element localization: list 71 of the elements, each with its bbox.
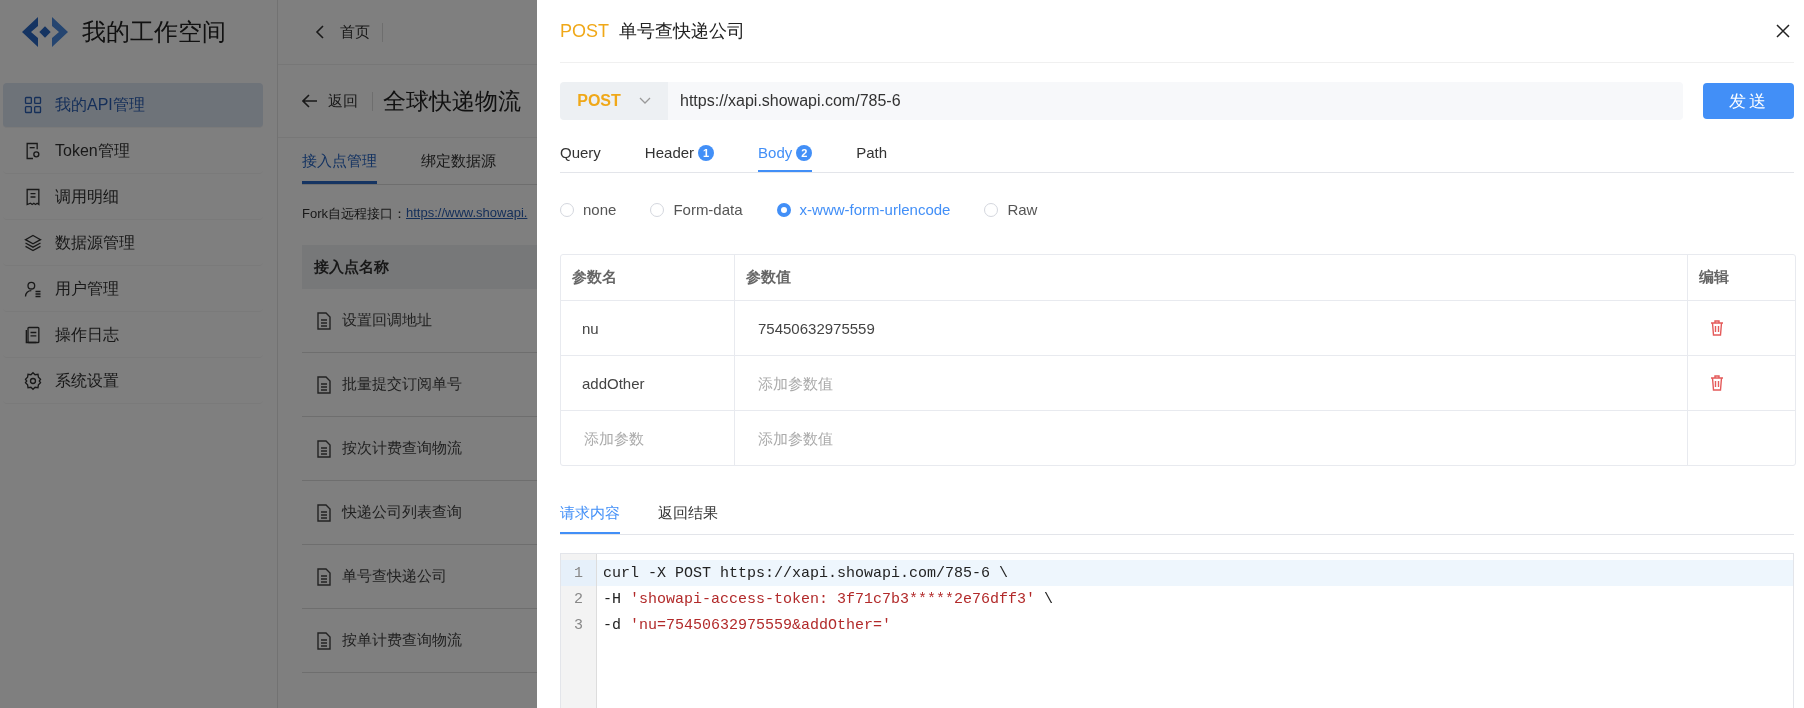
method-label: POST xyxy=(560,20,609,42)
param-name-field[interactable]: 添加参数 xyxy=(572,428,726,448)
line-number: 1 xyxy=(561,560,596,586)
sidebar-item[interactable]: 调用明细 xyxy=(3,175,263,220)
code-line: -H 'showapi-access-token: 3f71c7b3*****2e76dff3' \ xyxy=(602,589,1055,610)
grid-icon xyxy=(23,95,43,115)
tab[interactable]: 绑定数据源 xyxy=(421,138,496,184)
delete-icon[interactable] xyxy=(1710,320,1724,336)
tab[interactable]: Path xyxy=(856,134,888,172)
param-name: nu xyxy=(581,319,599,337)
workspace-title: 我的工作空间 xyxy=(82,17,226,47)
count-badge: 1 xyxy=(698,144,715,161)
count-badge: 2 xyxy=(796,144,813,161)
settings-icon xyxy=(23,371,43,391)
column-header: 编辑 xyxy=(1699,268,1729,287)
sidebar-item[interactable]: 数据源管理 xyxy=(3,221,263,266)
param-value-field[interactable]: 添加参数值 xyxy=(746,428,1060,448)
caret-icon xyxy=(638,97,651,105)
endpoint-name[interactable]: 单号查快递公司 xyxy=(342,567,447,586)
line-number: 3 xyxy=(573,615,584,636)
document-icon xyxy=(316,375,332,394)
sidebar-item[interactable]: Token管理 xyxy=(3,129,263,174)
radio-label[interactable]: Raw xyxy=(1007,201,1038,218)
send-button[interactable]: 发送 xyxy=(1703,83,1794,119)
document-icon xyxy=(316,503,332,522)
document-icon xyxy=(316,439,332,458)
radio-label[interactable]: Form-data xyxy=(673,201,743,218)
radio-label[interactable]: x-www-form-urlencode xyxy=(799,201,951,218)
column-header: 参数值 xyxy=(746,268,791,287)
param-name: addOther xyxy=(581,374,645,392)
sidebar-item[interactable]: 系统设置 xyxy=(3,359,263,404)
endpoint-name[interactable]: 设置回调地址 xyxy=(342,311,432,330)
page-title: 全球快递物流 xyxy=(383,86,521,116)
tab[interactable]: 返回结果 xyxy=(658,494,718,534)
user-icon xyxy=(23,279,43,299)
back-link[interactable]: 返回 xyxy=(328,91,373,111)
radio-button[interactable] xyxy=(776,202,791,217)
document-icon xyxy=(316,311,332,330)
fork-link[interactable]: https://www.showapi. xyxy=(406,205,528,223)
fork-label: Fork自远程接口： xyxy=(302,205,406,223)
delete-icon[interactable] xyxy=(1710,375,1724,391)
radio-label[interactable]: none xyxy=(583,201,617,218)
drawer-title: 单号查快递公司 xyxy=(619,20,745,43)
logo-icon xyxy=(20,15,70,49)
document-icon xyxy=(316,567,332,586)
param-value: 75450632975559 xyxy=(757,319,875,337)
sidebar-item[interactable]: 操作日志 xyxy=(3,313,263,358)
endpoint-name[interactable]: 批量提交订阅单号 xyxy=(342,375,462,394)
close-icon[interactable] xyxy=(1776,24,1790,38)
code-line: -d 'nu=75450632975559&addOther=' xyxy=(602,615,893,636)
document-icon xyxy=(316,631,332,650)
tab[interactable]: 请求内容 xyxy=(560,494,620,534)
sidebar-item[interactable]: 我的API管理 xyxy=(3,83,263,128)
endpoint-name[interactable]: 按单计费查询物流 xyxy=(342,631,462,650)
tab[interactable]: 接入点管理 xyxy=(302,138,377,184)
chevron-left-icon[interactable] xyxy=(314,25,326,39)
param-value-field[interactable]: 添加参数值 xyxy=(746,373,1060,393)
tab[interactable]: Header 1 xyxy=(644,134,715,172)
layers-icon xyxy=(23,233,43,253)
column-header: 参数名 xyxy=(572,268,617,287)
table-header: 接入点名称 xyxy=(302,245,538,289)
tab[interactable]: Query xyxy=(560,134,601,172)
line-number: 2 xyxy=(573,589,584,610)
url-field[interactable]: https://xapi.showapi.com/785-6 xyxy=(668,82,1683,120)
endpoint-name[interactable]: 按次计费查询物流 xyxy=(342,439,462,458)
tab[interactable]: Body 2 xyxy=(758,134,813,172)
endpoint-name[interactable]: 快递公司列表查询 xyxy=(342,503,462,522)
log-icon xyxy=(23,325,43,345)
home-link[interactable]: 首页 xyxy=(340,22,383,42)
sidebar-item[interactable]: 用户管理 xyxy=(3,267,263,312)
arrow-left-icon[interactable] xyxy=(302,94,318,108)
